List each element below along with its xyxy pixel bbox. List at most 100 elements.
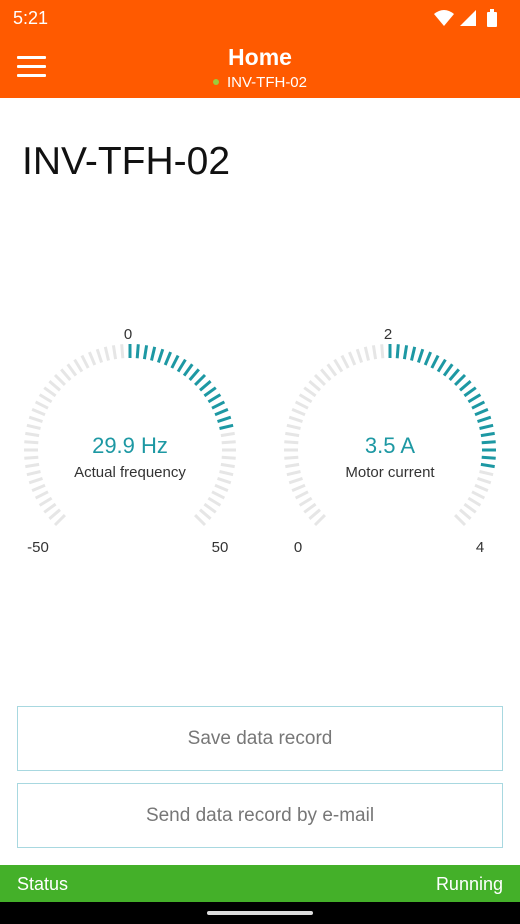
gauge-tick: [288, 415, 303, 424]
gauge-tick-active: [135, 344, 140, 359]
gauge-tick: [284, 455, 299, 460]
gauge-tick: [73, 358, 84, 373]
gauge-tick: [471, 490, 486, 500]
status-value: Running: [435, 874, 503, 894]
gauge-tick: [31, 483, 46, 492]
gauge-tick: [333, 358, 344, 373]
gauge-tick-active: [214, 408, 229, 417]
gauge-tick: [220, 431, 235, 438]
app-bar: 5:21 Home INV-TFH-02: [0, 0, 520, 98]
battery-icon: [487, 9, 497, 27]
gauge-tick-active: [454, 373, 467, 386]
page-title: Home: [228, 44, 292, 70]
gauge-tick-active: [203, 386, 217, 398]
gauge-tick: [53, 373, 66, 386]
gauge-tick-active: [207, 393, 222, 404]
gauge-tick: [363, 346, 370, 361]
gauge-tick: [463, 502, 477, 514]
status-label: Status: [17, 874, 69, 894]
gauge-tick-active: [480, 462, 495, 469]
system-status-bar: 5:21: [0, 0, 520, 36]
gauge-tick-active: [423, 351, 432, 366]
gauge-tick-active: [156, 348, 165, 363]
gauge-tick: [285, 462, 300, 469]
gauge-tick: [285, 431, 300, 438]
gauge-tick-active: [416, 348, 425, 363]
gauge-tick-active: [410, 346, 417, 361]
gauge-tick: [467, 496, 482, 507]
gauge-tick: [28, 415, 43, 424]
subtitle-text: INV-TFH-02: [226, 74, 307, 91]
gauge-tick-active: [142, 345, 149, 360]
gauge-tick: [454, 514, 467, 527]
gauge-panel: 0 -50 50 29.9 Hz Actual frequency 2 0 4 …: [24, 326, 496, 556]
gauge-tick: [24, 440, 39, 445]
gauge-tick-active: [182, 363, 194, 377]
save-data-record-button[interactable]: Save data record: [17, 706, 503, 771]
gauge-tick: [286, 423, 301, 430]
gauge-tick: [34, 490, 49, 500]
gauge-tick: [24, 455, 39, 460]
gauge-tick: [53, 514, 66, 527]
gauge-tick: [43, 502, 57, 514]
gauge-tick-active: [480, 431, 495, 438]
gauge-tick: [284, 440, 299, 445]
gauge-tick-active: [402, 345, 409, 360]
gauge-tick: [28, 476, 43, 485]
gauge-tick: [120, 344, 125, 359]
gauge-tick-active: [459, 380, 472, 392]
gauge-tick-active: [477, 415, 492, 424]
gauge-max-label: 50: [212, 539, 229, 556]
gauge-tick: [25, 462, 40, 469]
gauge-tick: [111, 345, 118, 360]
gauge-mid-label: 0: [124, 326, 132, 343]
gauge-label: Actual frequency: [74, 464, 186, 481]
gauge-tick: [298, 393, 313, 404]
gauge-tick-active: [442, 363, 454, 377]
gauge-tick: [313, 373, 326, 386]
gauge-tick: [459, 508, 472, 520]
gauge-tick: [371, 345, 378, 360]
gauge-tick-active: [471, 400, 486, 410]
navigation-bar: [0, 902, 520, 924]
gauge-tick: [80, 354, 90, 369]
gauge-tick-active: [481, 455, 496, 460]
send-data-record-email-button[interactable]: Send data record by e-mail: [17, 783, 503, 848]
gauge-tick: [320, 368, 332, 381]
gauge-tick: [340, 354, 350, 369]
gauge-tick: [348, 351, 357, 366]
gauge-tick-active: [467, 393, 482, 404]
gauge-tick: [214, 483, 229, 492]
clock: 5:21: [13, 8, 49, 28]
gauge-tick: [294, 400, 309, 410]
gauge-tick: [303, 502, 317, 514]
gauge-tick-active: [176, 358, 187, 373]
gauge-tick-active: [163, 351, 172, 366]
gauge-mid-label: 2: [384, 326, 392, 343]
gauge-label: Motor current: [345, 464, 435, 481]
gauge-tick: [38, 393, 53, 404]
gauge-tick-active: [481, 440, 496, 445]
gauge-tick: [31, 408, 46, 417]
gauge-tick: [288, 476, 303, 485]
gauge-tick: [88, 351, 97, 366]
device-name-heading: INV-TFH-02: [22, 140, 231, 183]
gauge-tick: [286, 470, 301, 477]
gauge-tick-active: [188, 368, 200, 381]
gauge-max-label: 4: [476, 539, 484, 556]
gauge-tick: [303, 386, 317, 398]
gauge-tick: [477, 476, 492, 485]
gauge-tick: [326, 363, 338, 377]
gauge-tick: [308, 380, 321, 392]
connected-device-subtitle: INV-TFH-02: [0, 74, 520, 91]
gauge-tick-active: [217, 415, 232, 424]
gauge-tick: [211, 490, 226, 500]
gauge-tick: [291, 408, 306, 417]
gauge-tick: [95, 348, 104, 363]
gauge-value: 3.5 A: [365, 433, 415, 458]
gauge-tick-active: [211, 400, 226, 410]
gauge-tick-active: [194, 373, 207, 386]
home-gesture-handle[interactable]: [207, 911, 313, 915]
gauge-min-label: -50: [27, 539, 49, 556]
gauge-tick: [38, 496, 53, 507]
